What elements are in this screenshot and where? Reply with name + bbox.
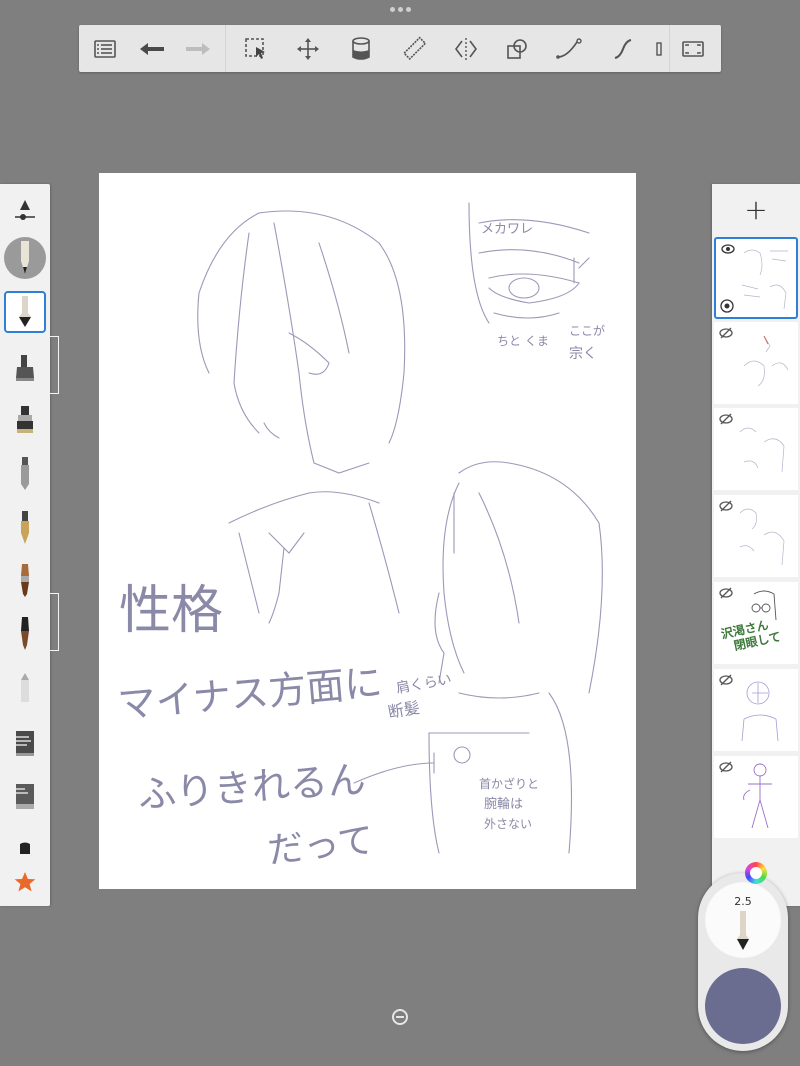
note-datte: だって	[266, 820, 376, 872]
layer-options-icon[interactable]	[720, 299, 734, 313]
eye-hidden-icon[interactable]	[719, 587, 733, 599]
drawing-canvas[interactable]: メカワレ ちと くま ここが 宗く 性格 マイナス方面に ふりきれるん だって …	[99, 173, 636, 889]
layer-thumbnail	[741, 681, 779, 742]
layers-list-icon[interactable]	[88, 32, 122, 66]
layer-4[interactable]	[714, 495, 798, 577]
pencil-large-icon[interactable]	[4, 236, 46, 280]
note-danpatsu: 断髪	[386, 698, 421, 722]
line-tool-icon[interactable]	[552, 32, 586, 66]
smudge-icon[interactable]	[4, 774, 46, 818]
curve-tool-icon[interactable]	[606, 32, 640, 66]
note-katakurai: 肩くらい	[395, 671, 453, 696]
sketch-artwork: メカワレ ちと くま ここが 宗く 性格 マイナス方面に ふりきれるん だって …	[116, 202, 605, 872]
eye-hidden-icon[interactable]	[719, 500, 733, 512]
eye-hidden-icon[interactable]	[719, 761, 733, 773]
paint-brush-icon[interactable]	[4, 559, 46, 603]
brush-size-puck[interactable]: 2.5	[704, 881, 782, 959]
layer-3[interactable]	[714, 408, 798, 490]
add-layer-button[interactable]: +	[712, 184, 800, 234]
ink-brush-icon[interactable]	[4, 612, 46, 656]
airbrush-icon[interactable]	[4, 346, 46, 390]
ballpoint-icon[interactable]	[4, 452, 46, 496]
eye-icon[interactable]	[721, 244, 735, 254]
brush-palette	[0, 184, 50, 906]
favorite-star-icon[interactable]	[4, 860, 46, 904]
brush-size-value: 2.5	[734, 895, 752, 908]
note-megane: メカワレ	[481, 222, 533, 237]
fountain-pen-icon[interactable]	[4, 506, 46, 550]
current-brush-icon	[737, 911, 749, 950]
note-hazusanai: 外さない	[484, 817, 532, 831]
canvas-menu-icon[interactable]	[390, 1007, 410, 1027]
note-kokoga: ここが	[569, 323, 605, 338]
layer-panel: + 沢渇さん 閉眼して	[712, 184, 800, 906]
undo-icon[interactable]	[135, 32, 169, 66]
eye-hidden-icon[interactable]	[719, 327, 733, 339]
fill-bucket-icon[interactable]	[344, 32, 378, 66]
layer-thumbnail	[739, 427, 785, 473]
layer-7[interactable]	[714, 756, 798, 838]
layer-2[interactable]	[714, 322, 798, 404]
color-wheel-icon[interactable]	[745, 862, 767, 884]
eye-hidden-icon[interactable]	[719, 413, 733, 425]
note-minus: マイナス方面に	[116, 660, 384, 727]
palette-group-bracket	[50, 336, 59, 394]
pencil-icon[interactable]	[4, 291, 46, 333]
note-wansho: 腕輪は	[484, 796, 523, 812]
ruler-icon[interactable]	[397, 32, 431, 66]
layer-5[interactable]: 沢渇さん 閉眼して	[714, 582, 798, 664]
brush-settings-icon[interactable]	[4, 188, 46, 232]
select-icon[interactable]	[239, 32, 273, 66]
layer-6[interactable]	[714, 669, 798, 751]
add-layer-label: +	[744, 192, 768, 226]
layer-thumbnail	[743, 335, 789, 387]
layer-thumbnail	[741, 249, 788, 310]
color-swatch-button[interactable]	[705, 968, 781, 1044]
brush-puck[interactable]: 2.5	[698, 873, 788, 1051]
note-usuku: 宗く	[569, 346, 597, 362]
redo-icon[interactable]	[181, 32, 215, 66]
layer-thumbnail	[743, 763, 772, 829]
marker-icon[interactable]	[4, 399, 46, 443]
eraser-icon[interactable]	[4, 666, 46, 710]
note-seikaku: 性格	[119, 581, 223, 641]
more-tools-icon[interactable]	[653, 32, 665, 66]
note-chotokuma: ちと くま	[497, 334, 549, 348]
palette-group-bracket	[50, 593, 59, 651]
shapes-icon[interactable]	[500, 32, 534, 66]
layer-1[interactable]	[714, 237, 798, 319]
layer-thumbnail	[739, 508, 785, 566]
transform-icon[interactable]	[291, 32, 325, 66]
note-furikireru: ふりきれるん	[137, 757, 368, 817]
top-toolbar	[79, 25, 721, 72]
toolbar-grabber[interactable]	[388, 4, 412, 14]
note-kubikazari: 首かざりと	[479, 776, 539, 791]
fullscreen-icon[interactable]	[676, 32, 710, 66]
symmetry-icon[interactable]	[449, 32, 483, 66]
hard-brush-icon[interactable]	[4, 721, 46, 765]
